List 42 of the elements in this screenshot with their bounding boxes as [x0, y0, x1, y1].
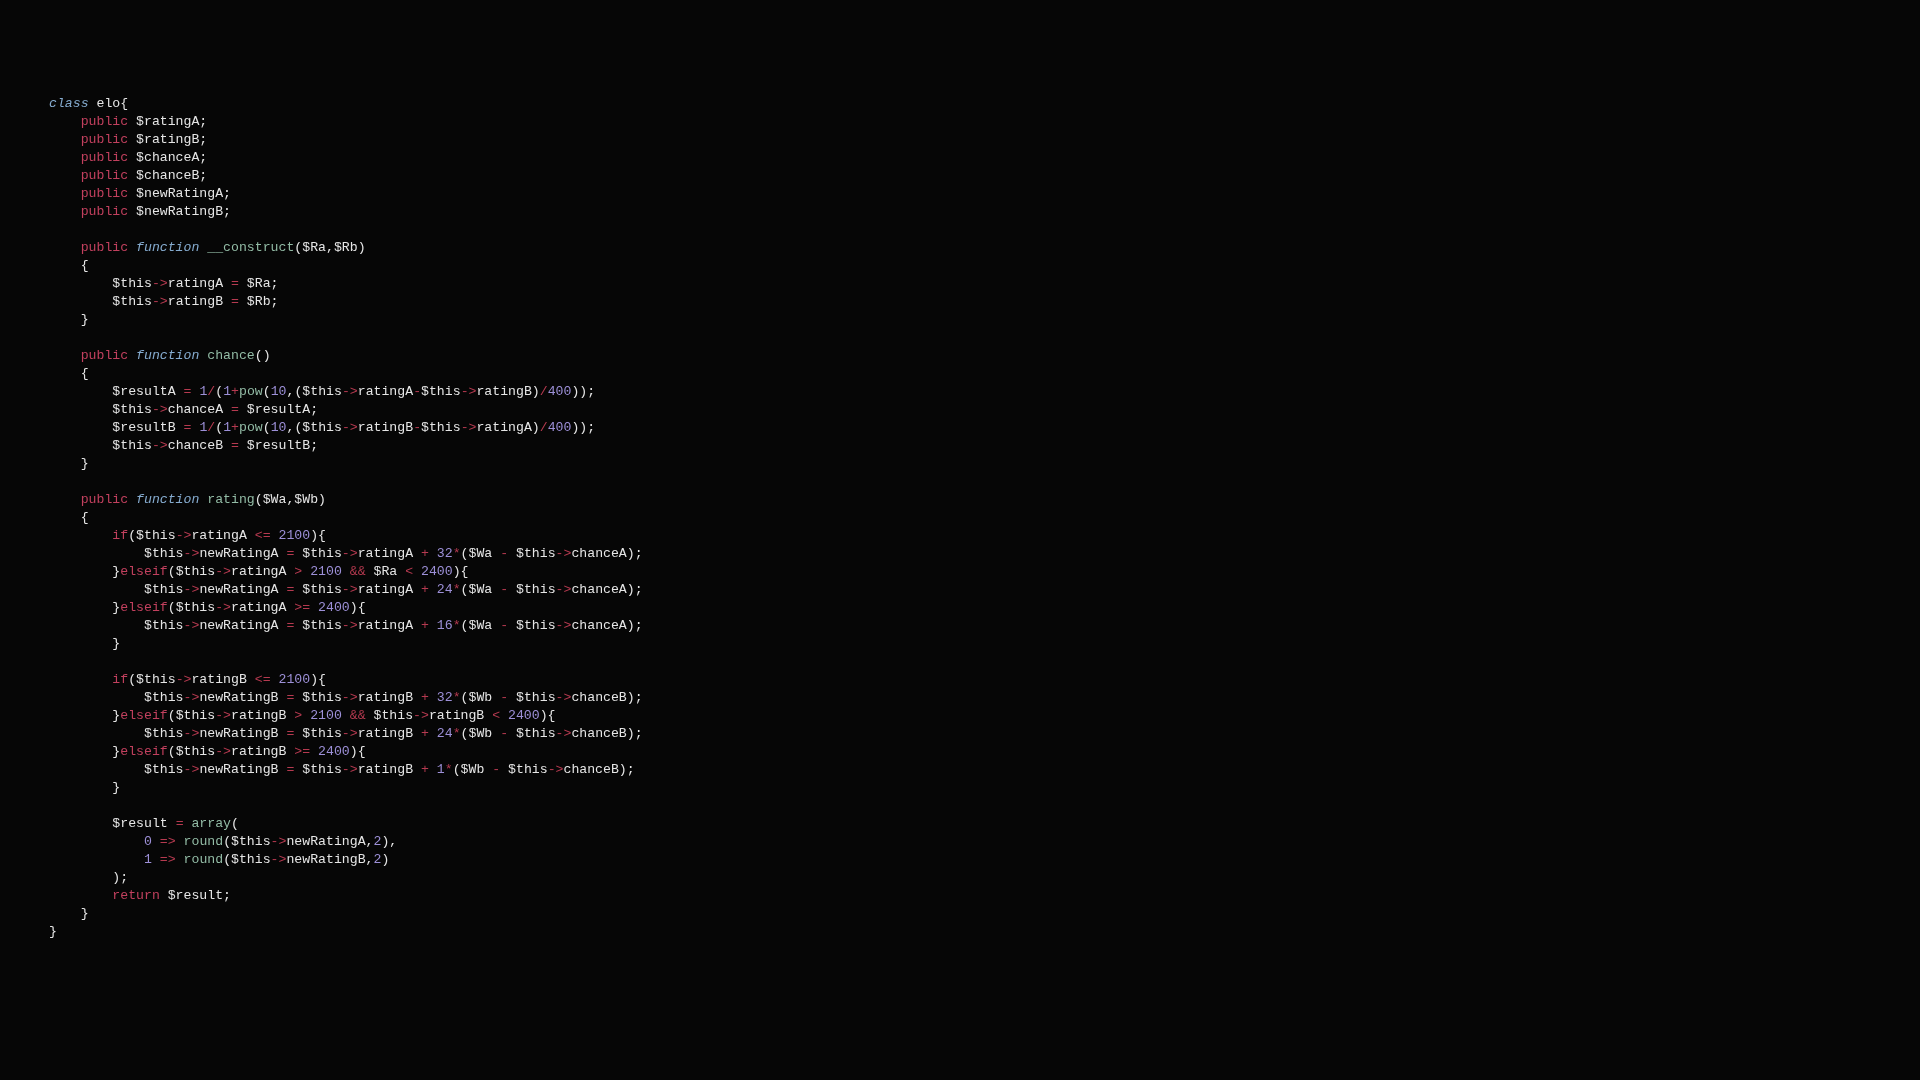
code-line: $this->ratingA = $Ra; [111, 275, 279, 293]
code-line: public $ratingA; [79, 113, 208, 131]
code-line: public $chanceA; [79, 149, 208, 167]
code-line: }elseif($this->ratingA > 2100 && $Ra < 2400){ [111, 563, 469, 581]
code-line: $this->chanceA = $resultA; [111, 401, 319, 419]
code-line: if($this->ratingB <= 2100){ [111, 671, 326, 689]
code-line: } [79, 311, 89, 329]
code-line: 0 => round($this->newRatingA,2), [142, 833, 398, 851]
code-line: public $chanceB; [79, 167, 208, 185]
code-line: public function __construct($Ra,$Rb) [79, 239, 366, 257]
code-line: $this->newRatingB = $this->ratingB + 32*($Wb - $this->chanceB); [142, 689, 643, 707]
code-line: } [111, 635, 121, 653]
code-line: }elseif($this->ratingA >= 2400){ [111, 599, 366, 617]
code-line: public function chance() [79, 347, 271, 365]
code-line: }elseif($this->ratingB >= 2400){ [111, 743, 366, 761]
code-line: } [79, 905, 89, 923]
code-line: $this->newRatingA = $this->ratingA + 32*($Wa - $this->chanceA); [142, 545, 643, 563]
code-line: $this->newRatingA = $this->ratingA + 24*($Wa - $this->chanceA); [142, 581, 643, 599]
code-line: { [79, 257, 89, 275]
code-line: }elseif($this->ratingB > 2100 && $this->ratingB < 2400){ [111, 707, 556, 725]
code-line: $this->ratingB = $Rb; [111, 293, 279, 311]
code-line: $this->newRatingB = $this->ratingB + 1*($Wb - $this->chanceB); [142, 761, 635, 779]
code-line: { [79, 509, 89, 527]
code-line: $resultA = 1/(1+pow(10,($this->ratingA-$this->ratingB)/400)); [111, 383, 596, 401]
code-line: public $ratingB; [79, 131, 208, 149]
code-line: $this->newRatingB = $this->ratingB + 24*($Wb - $this->chanceB); [142, 725, 643, 743]
code-line: $this->newRatingA = $this->ratingA + 16*($Wa - $this->chanceA); [142, 617, 643, 635]
code-line: if($this->ratingA <= 2100){ [111, 527, 326, 545]
code-line: ); [111, 869, 129, 887]
code-line: class elo{ [49, 95, 129, 113]
code-line: public $newRatingB; [79, 203, 232, 221]
code-line: } [79, 455, 89, 473]
code-line: } [111, 779, 121, 797]
code-line: public function rating($Wa,$Wb) [79, 491, 326, 509]
code-line: { [79, 365, 89, 383]
code-line: $this->chanceB = $resultB; [111, 437, 319, 455]
code-line: public $newRatingA; [79, 185, 232, 203]
code-line: $resultB = 1/(1+pow(10,($this->ratingB-$this->ratingA)/400)); [111, 419, 596, 437]
code-line: 1 => round($this->newRatingB,2) [142, 851, 390, 869]
code-line: } [49, 923, 57, 941]
code-line: return $result; [111, 887, 232, 905]
code-line: $result = array( [111, 815, 239, 833]
